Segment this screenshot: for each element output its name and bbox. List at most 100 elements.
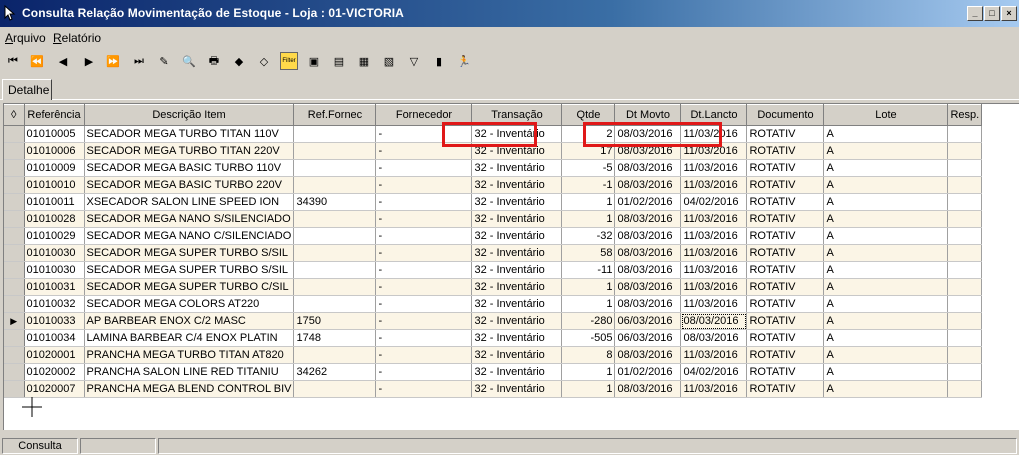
menu-relatorio[interactable]: Relatório bbox=[53, 31, 101, 45]
door-exit-icon[interactable]: ▮ bbox=[430, 52, 448, 70]
cell-descricao[interactable]: PRANCHA SALON LINE RED TITANIU bbox=[84, 363, 295, 381]
cell-referencia[interactable]: 01010030 bbox=[24, 244, 85, 262]
cell-lote[interactable]: A bbox=[823, 193, 949, 211]
print-icon[interactable]: 🖶 bbox=[205, 52, 223, 70]
cell-referencia[interactable]: 01010006 bbox=[24, 142, 85, 160]
cell-descricao[interactable]: AP BARBEAR ENOX C/2 MASC bbox=[84, 312, 295, 330]
cell-qtde[interactable]: 1 bbox=[561, 380, 616, 398]
cell-fornecedor[interactable]: - bbox=[375, 227, 473, 245]
row-indicator[interactable] bbox=[4, 142, 25, 160]
cell-ref-fornec[interactable] bbox=[293, 244, 377, 262]
cell-lote[interactable]: A bbox=[823, 329, 949, 347]
first-record-icon[interactable]: ⏮ bbox=[4, 52, 22, 70]
table-row[interactable]: ▶ 01010033 AP BARBEAR ENOX C/2 MASC 1750-32… bbox=[4, 312, 983, 330]
cell-descricao[interactable]: SECADOR MEGA NANO C/SILENCIADO bbox=[84, 227, 295, 245]
cell-resp[interactable] bbox=[947, 380, 983, 398]
cell-dt-lancto[interactable]: 11/03/2016 bbox=[680, 159, 748, 177]
close-button[interactable]: × bbox=[1001, 6, 1017, 21]
row-indicator[interactable] bbox=[4, 227, 25, 245]
cell-fornecedor[interactable]: - bbox=[375, 210, 473, 228]
row-indicator[interactable] bbox=[4, 159, 25, 177]
cell-dt-movto[interactable]: 08/03/2016 bbox=[614, 261, 682, 279]
cell-documento[interactable]: ROTATIV bbox=[746, 244, 825, 262]
row-indicator[interactable] bbox=[4, 380, 25, 398]
cell-lote[interactable]: A bbox=[823, 278, 949, 296]
preview-icon[interactable]: 🔍 bbox=[180, 52, 198, 70]
current-row-indicator-icon[interactable]: ▶ bbox=[4, 312, 25, 330]
col-resp[interactable]: Resp. bbox=[947, 104, 983, 126]
cell-dt-lancto[interactable]: 11/03/2016 bbox=[680, 295, 748, 313]
row-indicator[interactable] bbox=[4, 125, 25, 143]
table-row[interactable]: 01020002 PRANCHA SALON LINE RED TITANIU 34… bbox=[4, 363, 983, 381]
cell-lote[interactable]: A bbox=[823, 176, 949, 194]
cell-transacao[interactable]: 32 - Inventário bbox=[471, 159, 563, 177]
cell-referencia[interactable]: 01010009 bbox=[24, 159, 85, 177]
cell-lote[interactable]: A bbox=[823, 261, 949, 279]
funnel-icon[interactable]: ▽ bbox=[405, 52, 423, 70]
cell-transacao[interactable]: 32 - Inventário bbox=[471, 295, 563, 313]
cell-resp[interactable] bbox=[947, 125, 983, 143]
row-indicator[interactable] bbox=[4, 278, 25, 296]
next-page-icon[interactable]: ⏩ bbox=[104, 52, 122, 70]
cell-resp[interactable] bbox=[947, 142, 983, 160]
cell-resp[interactable] bbox=[947, 261, 983, 279]
cell-transacao[interactable]: 32 - Inventário bbox=[471, 244, 563, 262]
cell-documento[interactable]: ROTATIV bbox=[746, 295, 825, 313]
cell-dt-lancto[interactable]: 11/03/2016 bbox=[680, 210, 748, 228]
row-indicator[interactable] bbox=[4, 176, 25, 194]
cell-ref-fornec[interactable] bbox=[293, 159, 377, 177]
cell-resp[interactable] bbox=[947, 159, 983, 177]
cell-dt-lancto[interactable]: 11/03/2016 bbox=[680, 227, 748, 245]
cell-resp[interactable] bbox=[947, 176, 983, 194]
last-record-icon[interactable]: ⏭ bbox=[130, 52, 148, 70]
cell-fornecedor[interactable]: - bbox=[375, 329, 473, 347]
cell-dt-movto[interactable]: 08/03/2016 bbox=[614, 346, 682, 364]
row-indicator[interactable] bbox=[4, 244, 25, 262]
cell-dt-movto[interactable]: 08/03/2016 bbox=[614, 227, 682, 245]
row-indicator[interactable] bbox=[4, 329, 25, 347]
cell-lote[interactable]: A bbox=[823, 159, 949, 177]
cell-ref-fornec[interactable]: 1750 bbox=[293, 312, 377, 330]
restore-button[interactable]: □ bbox=[984, 6, 1000, 21]
cell-documento[interactable]: ROTATIV bbox=[746, 159, 825, 177]
cell-dt-lancto[interactable]: 11/03/2016 bbox=[680, 278, 748, 296]
cell-fornecedor[interactable]: - bbox=[375, 176, 473, 194]
cell-qtde[interactable]: 1 bbox=[561, 193, 616, 211]
prev-page-icon[interactable]: ⏪ bbox=[28, 52, 46, 70]
cell-transacao[interactable]: 32 - Inventário bbox=[471, 312, 563, 330]
cell-referencia[interactable]: 01010031 bbox=[24, 278, 85, 296]
run-exit-icon[interactable]: 🏃 bbox=[455, 52, 473, 70]
table-row[interactable]: 01010009 SECADOR MEGA BASIC TURBO 110V -32… bbox=[4, 159, 983, 177]
cell-lote[interactable]: A bbox=[823, 244, 949, 262]
cell-descricao[interactable]: SECADOR MEGA COLORS AT220 bbox=[84, 295, 295, 313]
cell-descricao[interactable]: PRANCHA MEGA TURBO TITAN AT820 bbox=[84, 346, 295, 364]
cell-qtde[interactable]: 1 bbox=[561, 210, 616, 228]
cell-documento[interactable]: ROTATIV bbox=[746, 329, 825, 347]
cell-fornecedor[interactable]: - bbox=[375, 380, 473, 398]
cell-dt-movto[interactable]: 08/03/2016 bbox=[614, 295, 682, 313]
cell-ref-fornec[interactable] bbox=[293, 346, 377, 364]
cell-descricao[interactable]: SECADOR MEGA NANO S/SILENCIADO bbox=[84, 210, 295, 228]
row-indicator[interactable] bbox=[4, 193, 25, 211]
cell-resp[interactable] bbox=[947, 295, 983, 313]
cell-descricao[interactable]: PRANCHA MEGA BLEND CONTROL BIV bbox=[84, 380, 295, 398]
cell-transacao[interactable]: 32 - Inventário bbox=[471, 227, 563, 245]
cell-descricao[interactable]: LAMINA BARBEAR C/4 ENOX PLATIN bbox=[84, 329, 295, 347]
export-icon[interactable]: ▤ bbox=[330, 52, 348, 70]
cell-lote[interactable]: A bbox=[823, 125, 949, 143]
cell-qtde[interactable]: -505 bbox=[561, 329, 616, 347]
cell-fornecedor[interactable]: - bbox=[375, 193, 473, 211]
cell-transacao[interactable]: 32 - Inventário bbox=[471, 363, 563, 381]
cell-qtde[interactable]: -11 bbox=[561, 261, 616, 279]
cell-dt-movto[interactable]: 01/02/2016 bbox=[614, 193, 682, 211]
cell-qtde[interactable]: 1 bbox=[561, 295, 616, 313]
cell-descricao[interactable]: SECADOR MEGA SUPER TURBO C/SIL bbox=[84, 278, 295, 296]
col-referencia[interactable]: Referência bbox=[24, 104, 85, 126]
table-row[interactable]: 01010030 SECADOR MEGA SUPER TURBO S/SIL -3… bbox=[4, 244, 983, 262]
col-descricao[interactable]: Descrição Item bbox=[84, 104, 295, 126]
cell-descricao[interactable]: SECADOR MEGA SUPER TURBO S/SIL bbox=[84, 261, 295, 279]
table-row[interactable]: 01010011 XSECADOR SALON LINE SPEED ION 343… bbox=[4, 193, 983, 211]
cell-dt-movto[interactable]: 08/03/2016 bbox=[614, 176, 682, 194]
cell-referencia[interactable]: 01010011 bbox=[24, 193, 85, 211]
data-grid[interactable]: ◊ Referência Descrição Item Ref.Fornec F… bbox=[3, 103, 1019, 430]
